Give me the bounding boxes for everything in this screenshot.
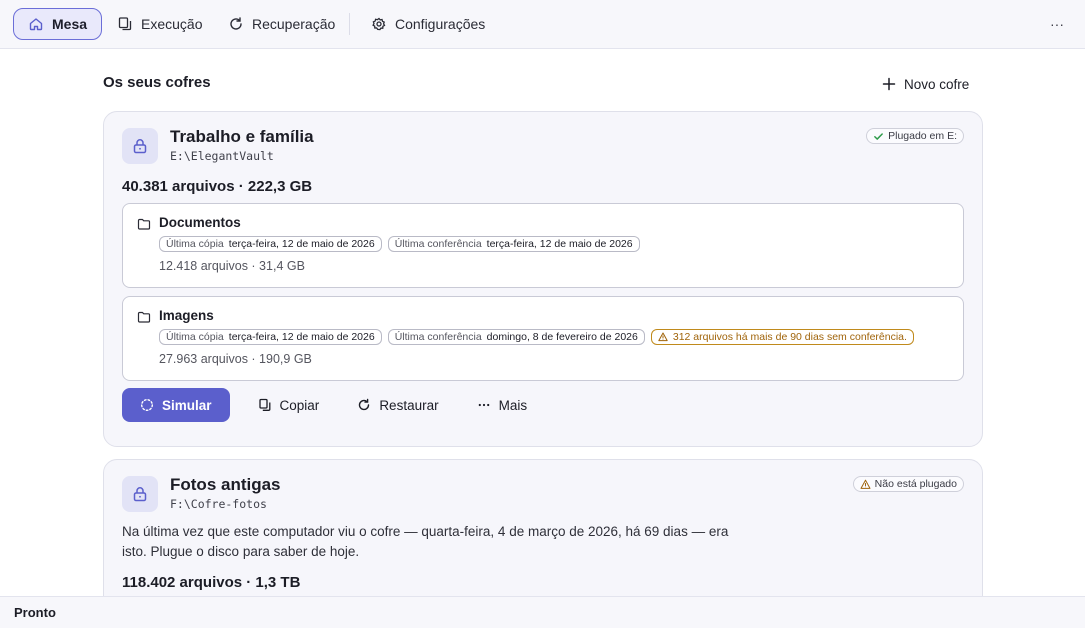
status-text: Pronto <box>14 605 56 620</box>
folder-chips: Última cópia terça-feira, 12 de maio de … <box>159 236 640 252</box>
vault-actions: Simular Copiar Restaurar Mais <box>122 388 543 422</box>
vault-offline-note: Na última vez que este computador viu o … <box>122 524 729 559</box>
vault-card: Trabalho e família E:\ElegantVault Pluga… <box>103 111 983 447</box>
last-check-chip: Última conferência terça-feira, 12 de ma… <box>387 236 640 252</box>
more-icon <box>478 403 489 407</box>
vault-card: Fotos antigas F:\Cofre-fotos Não está pl… <box>103 459 983 619</box>
new-vault-button[interactable]: Novo cofre <box>872 70 979 98</box>
warning-text: 312 arquivos há mais de 90 dias sem conf… <box>672 331 907 343</box>
page-title: Os seus cofres <box>103 74 211 91</box>
folder-meta: 12.418 arquivos · 31,4 GB <box>159 259 305 273</box>
more-icon: ··· <box>1050 16 1064 32</box>
folder-icon <box>137 218 151 230</box>
chip-value: terça-feira, 12 de maio de 2026 <box>228 238 375 250</box>
restore-button[interactable]: Restaurar <box>341 388 454 422</box>
refresh-icon <box>359 398 370 411</box>
status-badge-label: Plugado em E: <box>888 130 957 142</box>
chip-value: terça-feira, 12 de maio de 2026 <box>228 331 375 343</box>
vault-path: F:\Cofre-fotos <box>170 497 267 511</box>
warning-icon <box>860 479 871 489</box>
vault-lock-badge <box>122 476 158 512</box>
folder-name: Documentos <box>159 215 241 230</box>
vault-total: 40.381 arquivos · 222,3 GB <box>122 178 313 195</box>
vault-total: 118.402 arquivos · 1,3 TB <box>122 574 301 591</box>
copy-label: Copiar <box>279 397 320 413</box>
status-badge: Plugado em E: <box>866 128 964 144</box>
last-check-chip: Última conferência domingo, 8 de feverei… <box>387 329 645 345</box>
warning-icon <box>658 332 668 342</box>
last-copy-chip: Última cópia terça-feira, 12 de maio de … <box>159 236 382 252</box>
folder-card-imagens[interactable]: Imagens Última cópia terça-feira, 12 de … <box>122 296 964 381</box>
nav-tab-execucao[interactable]: Execução <box>102 8 217 40</box>
status-bar: Pronto <box>0 596 1085 628</box>
lock-icon <box>133 139 147 154</box>
nav-tab-label: Configurações <box>395 16 486 32</box>
chip-label: Última conferência <box>394 331 482 343</box>
status-badge-label: Não está plugado <box>874 478 957 490</box>
refresh-icon <box>230 17 242 30</box>
nav-divider <box>349 13 350 35</box>
copy-button[interactable]: Copiar <box>242 388 336 422</box>
more-actions-button[interactable]: Mais <box>461 388 544 422</box>
chip-label: Última cópia <box>166 238 224 250</box>
home-icon <box>29 18 43 31</box>
simulate-label: Simular <box>162 397 212 413</box>
folder-name: Imagens <box>159 308 214 323</box>
nav-tab-configuracoes[interactable]: Configurações <box>356 8 500 40</box>
last-copy-chip: Última cópia terça-feira, 12 de maio de … <box>159 329 382 345</box>
status-badge: Não está plugado <box>852 476 964 492</box>
vault-name: Trabalho e família <box>170 127 314 146</box>
copy-icon <box>118 17 132 31</box>
restore-label: Restaurar <box>379 397 439 413</box>
vault-lock-badge <box>122 128 158 164</box>
chip-label: Última cópia <box>166 331 224 343</box>
nav-tab-recuperacao[interactable]: Recuperação <box>213 8 350 40</box>
spinner-icon <box>140 398 154 412</box>
folder-icon <box>137 311 151 323</box>
vault-path: E:\ElegantVault <box>170 149 274 163</box>
nav-tab-label: Mesa <box>52 16 88 32</box>
folder-meta: 27.963 arquivos · 190,9 GB <box>159 352 312 366</box>
new-vault-label: Novo cofre <box>904 76 970 92</box>
vault-name: Fotos antigas <box>170 475 281 494</box>
lock-icon <box>133 487 147 502</box>
folder-chips: Última cópia terça-feira, 12 de maio de … <box>159 329 914 345</box>
top-navigation: Mesa Execução Recuperação Configurações … <box>0 0 1085 49</box>
chip-value: domingo, 8 de fevereiro de 2026 <box>486 331 638 343</box>
plus-icon <box>882 77 896 91</box>
chip-value: terça-feira, 12 de maio de 2026 <box>486 238 633 250</box>
check-icon <box>874 132 884 140</box>
copy-icon <box>258 398 270 411</box>
gear-icon <box>372 17 386 31</box>
more-menu-button[interactable]: ··· <box>1046 14 1068 34</box>
stale-check-warning-chip: 312 arquivos há mais de 90 dias sem conf… <box>650 329 914 345</box>
chip-label: Última conferência <box>394 238 482 250</box>
simulate-button[interactable]: Simular <box>122 388 230 422</box>
nav-tab-label: Execução <box>141 16 203 32</box>
nav-tab-mesa[interactable]: Mesa <box>13 8 103 40</box>
nav-tab-label: Recuperação <box>252 16 336 32</box>
more-actions-label: Mais <box>498 397 528 413</box>
folder-card-documentos[interactable]: Documentos Última cópia terça-feira, 12 … <box>122 203 964 288</box>
